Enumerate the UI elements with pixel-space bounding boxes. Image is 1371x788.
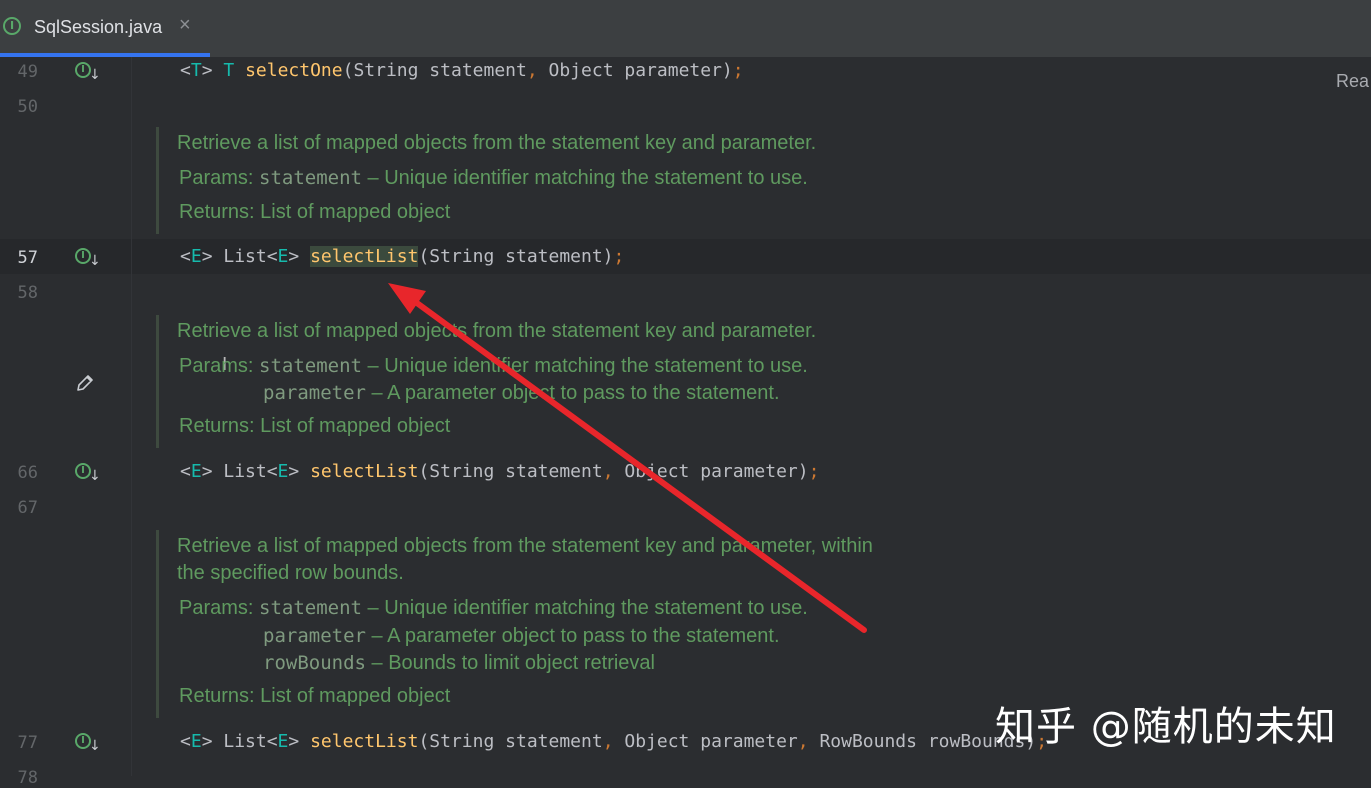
line-number: 67 — [17, 498, 38, 518]
implemented-method-icon[interactable]: I ↓ — [75, 463, 101, 485]
edit-pencil-icon[interactable] — [75, 373, 95, 393]
code-line-66[interactable]: <E> List<E> selectList(String statement,… — [180, 461, 819, 482]
rendered-javadoc: Retrieve a list of mapped objects from t… — [156, 530, 1056, 718]
line-number: 49 — [17, 62, 38, 82]
reader-mode-toggle[interactable]: Rea — [1336, 71, 1369, 92]
line-number: 78 — [17, 768, 38, 788]
close-icon[interactable]: × — [179, 14, 191, 37]
code-editor[interactable]: 49 50 57 58 66 67 77 78 I ↓ I ↓ I ↓ I ↓ <T> … — [0, 57, 1371, 788]
gutter-separator — [131, 57, 132, 776]
watermark: 知乎 @随机的未知 — [995, 704, 1337, 750]
tab-label: SqlSession.java — [34, 17, 163, 37]
implemented-method-icon[interactable]: I ↓ — [75, 733, 101, 755]
implemented-method-icon[interactable]: I ↓ — [75, 62, 101, 84]
line-number: 50 — [17, 97, 38, 117]
selected-method-name: selectList — [310, 246, 419, 267]
implemented-method-icon[interactable]: I ↓ — [75, 248, 101, 270]
line-number: 77 — [17, 733, 38, 753]
editor-tab-bar: I SqlSession.java × — [0, 0, 1371, 57]
line-number: 58 — [17, 283, 38, 303]
tab-sqlsession-java[interactable]: I SqlSession.java × — [0, 0, 210, 57]
line-number-active: 57 — [17, 248, 38, 268]
code-line-77[interactable]: <E> List<E> selectList(String statement,… — [180, 731, 1047, 752]
rendered-javadoc: Retrieve a list of mapped objects from t… — [156, 315, 1056, 448]
interface-icon: I — [3, 17, 21, 35]
code-line-57[interactable]: <E> List<E> selectList(String statement)… — [180, 246, 624, 267]
line-number: 66 — [17, 463, 38, 483]
code-line-49[interactable]: <T> T selectOne(String statement, Object… — [180, 60, 744, 81]
rendered-javadoc: Retrieve a list of mapped objects from t… — [156, 127, 1056, 234]
